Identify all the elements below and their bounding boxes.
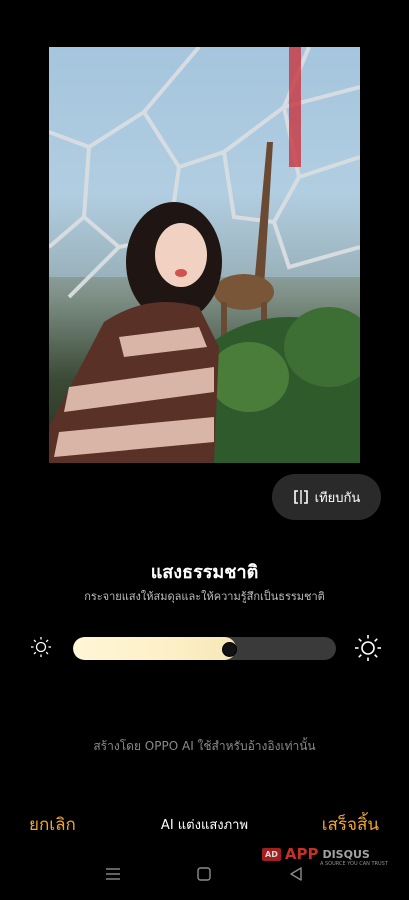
system-navigation-bar <box>0 860 409 890</box>
compare-button[interactable]: เทียบกัน <box>272 474 381 520</box>
compare-label: เทียบกัน <box>314 490 361 506</box>
compare-icon <box>293 490 309 504</box>
watermark-badge: AD <box>262 847 281 861</box>
watermark-brand-rest: DISQUS <box>322 847 370 861</box>
edited-photo <box>49 47 360 463</box>
done-button[interactable]: เสร็จสิ้น <box>322 811 379 838</box>
photo-scene <box>49 47 360 463</box>
effect-description: กระจายแสงให้สมดุลและให้ความรู้สึกเป็นธรร… <box>84 590 325 603</box>
effect-title: แสงธรรมชาติ <box>150 562 259 583</box>
light-intensity-slider[interactable] <box>73 637 336 660</box>
slider-handle[interactable] <box>222 642 238 657</box>
menu-icon[interactable] <box>104 866 122 882</box>
slider-fill <box>73 637 237 660</box>
sun-large-icon <box>354 634 382 662</box>
home-icon[interactable] <box>196 866 212 882</box>
sun-small-icon <box>30 636 52 658</box>
back-icon[interactable] <box>288 866 304 882</box>
ai-disclaimer: สร้างโดย OPPO AI ใช้สำหรับอ้างอิงเท่านั้… <box>93 739 316 753</box>
